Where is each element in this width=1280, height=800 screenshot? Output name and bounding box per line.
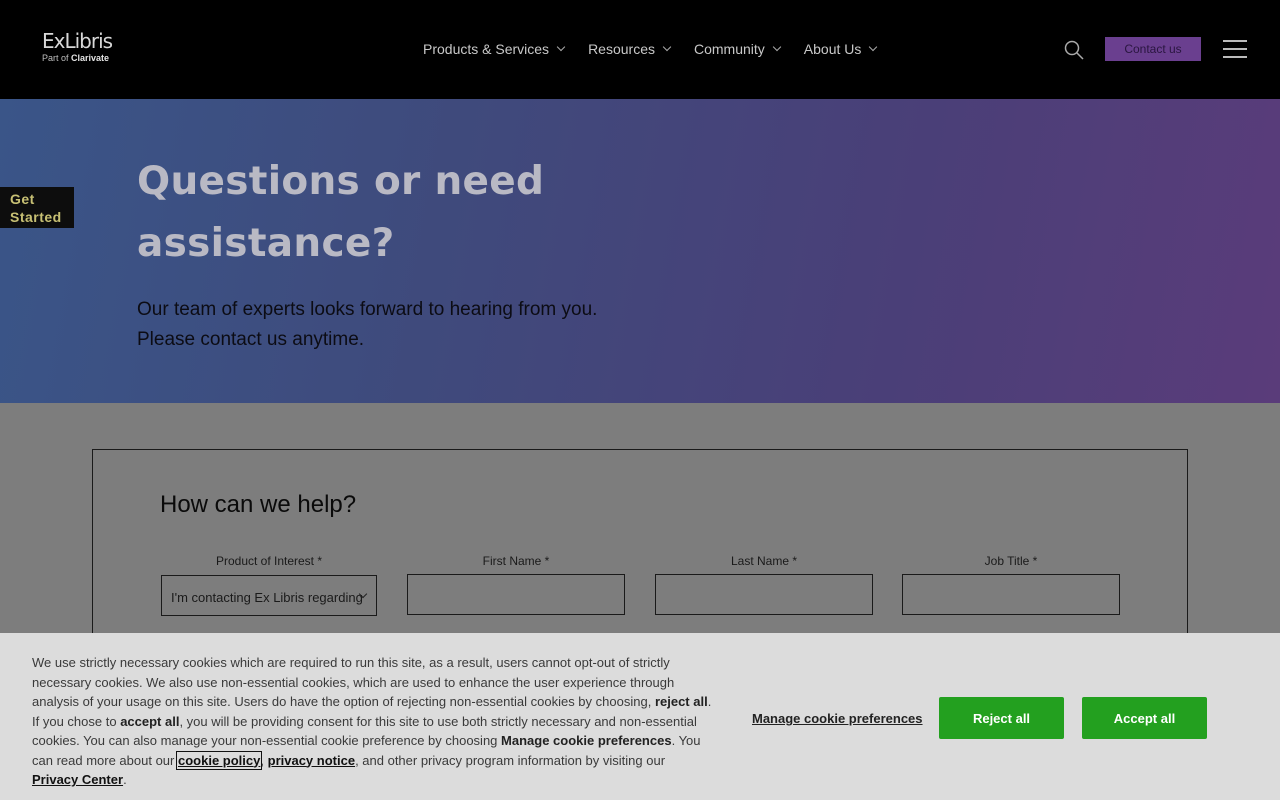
privacy-notice-link[interactable]: privacy notice [268,753,355,768]
main-nav: Products & Services Resources Community … [423,41,900,57]
cookie-banner: We use strictly necessary cookies which … [0,633,1280,800]
chevron-down-icon [556,42,566,52]
nav-label: Community [693,41,765,57]
logo-tagline: Part of Clarivate [42,53,112,63]
hamburger-menu-icon[interactable] [1223,40,1247,58]
form-title: How can we help? [160,491,357,518]
product-of-interest-label: Product of Interest * [215,554,323,568]
first-name-label: First Name * [482,554,550,568]
nav-community[interactable]: Community [693,41,782,57]
exlibris-logo[interactable]: ExLibris Part of Clarivate [42,29,113,63]
nav-label: About Us [803,41,862,57]
hero-subtitle: Our team of experts looks forward to hea… [137,295,697,355]
hero-title: Questions or need assistance? [137,159,545,266]
cookie-policy-link[interactable]: cookie policy [175,750,263,770]
chevron-down-icon [772,42,782,52]
site-header: ExLibris Part of Clarivate Products & Se… [0,0,1280,99]
manage-cookie-inline: Manage cookie preferences [501,733,672,748]
cookie-notice-text: We use strictly necessary cookies which … [32,655,712,787]
nav-products-services[interactable]: Products & Services [423,41,566,57]
chevron-down-icon [869,42,878,52]
last-name-label: Last Name * [730,554,798,568]
logo-wordmark: ExLibris [42,29,113,53]
product-of-interest-select[interactable]: I'm contacting Ex Libris regarding [161,575,377,616]
accept-all-inline: accept all [120,713,180,729]
logo-brand: Clarivate [71,53,110,63]
nav-label: Products & Services [423,41,550,57]
get-started-line: Get [10,191,35,207]
accept-all-button[interactable]: Accept all [1082,697,1207,739]
reject-all-button[interactable]: Reject all [939,697,1064,739]
manage-cookie-preferences-link[interactable]: Manage cookie preferences [752,711,923,726]
get-started-tab[interactable]: Get Started [0,187,74,228]
get-started-line: Started [10,209,62,225]
contact-us-button[interactable]: Contact us [1105,37,1201,61]
search-icon[interactable] [1064,40,1084,60]
privacy-center-link[interactable]: Privacy Center [32,772,123,787]
last-name-input[interactable] [655,574,873,615]
nav-label: Resources [588,41,655,57]
logo-part-of: Part of [42,53,69,63]
first-name-input[interactable] [407,574,625,615]
reject-all-inline: reject all [654,694,708,709]
chevron-down-icon [662,42,672,52]
hero-subtitle-line: Our team of experts looks forward to hea… [137,299,598,320]
hero-banner: Questions or need assistance? Our team o… [0,99,1280,403]
hero-subtitle-line: Please contact us anytime. [137,329,365,350]
nav-about-us[interactable]: About Us [803,41,878,57]
contact-form-container [92,449,1188,649]
job-title-label: Job Title * [984,554,1038,568]
job-title-input[interactable] [902,574,1120,615]
nav-resources[interactable]: Resources [588,41,672,57]
